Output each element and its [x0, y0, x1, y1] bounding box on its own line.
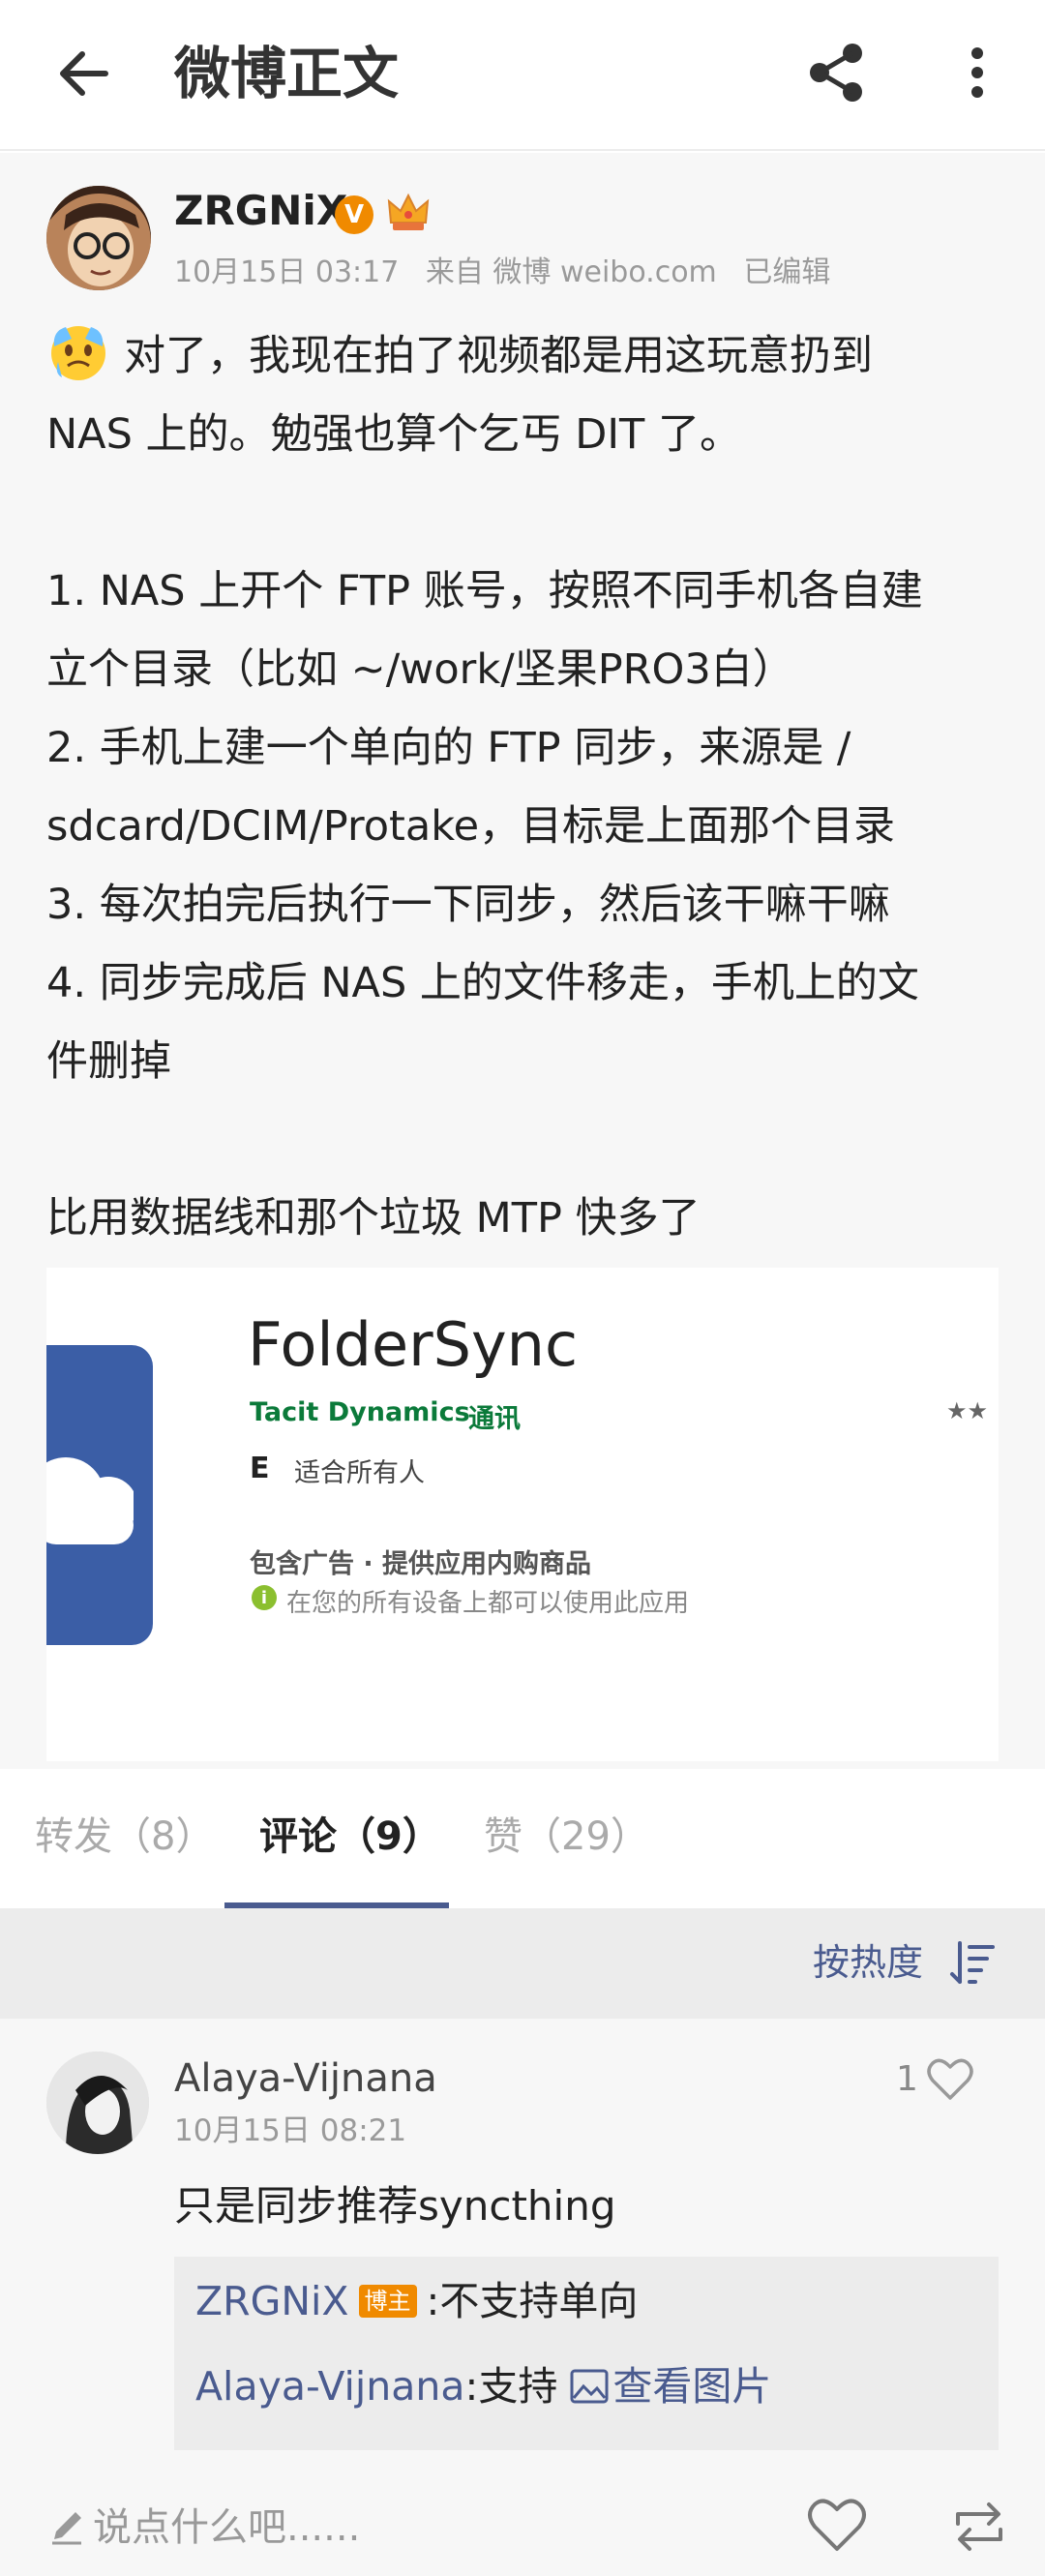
sort-icon[interactable]	[948, 1939, 997, 1988]
post-line: NAS 上的。勉强也算个乞丐 DIT 了。	[46, 410, 741, 459]
reply-box[interactable]: ZRGNiX 博主 :不支持单向 Alaya-Vijnana:支持 查看图片	[174, 2257, 999, 2450]
post-line: 3. 每次拍完后执行一下同步，然后该干嘛干嘛	[46, 881, 890, 929]
embed-category: 通讯	[468, 1404, 521, 1434]
more-vertical-icon[interactable]	[939, 29, 1016, 116]
sort-bar: 按热度	[0, 1908, 1045, 2019]
embed-rating-label: 适合所有人	[294, 1458, 425, 1488]
commenter-name[interactable]: Alaya-Vijnana	[174, 2052, 437, 2106]
post-line: sdcard/DCIM/Protake，目标是上面那个目录	[46, 802, 896, 851]
like-heart-icon[interactable]	[807, 2497, 867, 2555]
info-icon: i	[252, 1585, 277, 1610]
edited-label[interactable]: 已编辑	[743, 255, 830, 289]
repost-icon[interactable]	[952, 2501, 1006, 2553]
embed-devices: 在您的所有设备上都可以使用此应用	[286, 1589, 690, 1618]
comment-item: Alaya-Vijnana 10月15日 08:21 1 只是同步推荐synct…	[0, 2019, 1045, 2493]
post-date: 10月15日 03:17	[174, 255, 400, 289]
post-line: 2. 手机上建一个单向的 FTP 同步，来源是 /	[46, 724, 851, 772]
compose-input[interactable]: 说点什么吧......	[93, 2501, 360, 2555]
post-line: 立个目录（比如 ~/work/坚果PRO3白）	[46, 645, 794, 694]
tab-reposts[interactable]: 转发（8）	[35, 1808, 214, 1866]
view-image-link[interactable]: 查看图片	[570, 2363, 771, 2410]
host-badge: 博主	[358, 2285, 417, 2318]
image-icon	[570, 2369, 609, 2404]
app-icon	[46, 1345, 153, 1645]
post-line: 对了，我现在拍了视频都是用这玩意扔到	[124, 332, 873, 380]
reply-item: Alaya-Vijnana:支持 查看图片	[195, 2357, 771, 2415]
share-icon[interactable]	[793, 29, 881, 116]
post-body: 对了，我现在拍了视频都是用这玩意扔到 NAS 上的。勉强也算个乞丐 DIT 了。…	[46, 317, 1004, 1258]
post-line: 4. 同步完成后 NAS 上的文件移走，手机上的文	[46, 959, 919, 1007]
post-meta: 10月15日 03:17 来自 微博 weibo.com 已编辑	[174, 254, 848, 292]
author-avatar[interactable]	[46, 186, 151, 290]
reply-author[interactable]: Alaya-Vijnana	[195, 2363, 465, 2410]
crown-icon	[385, 190, 432, 236]
commenter-avatar[interactable]	[46, 2052, 149, 2154]
comment-text: 只是同步推荐syncthing	[174, 2182, 616, 2230]
post-source: 来自 微博 weibo.com	[425, 255, 717, 289]
crying-face-icon	[51, 326, 105, 380]
content-rating-icon: E	[250, 1452, 270, 1485]
tab-comments[interactable]: 评论（9）	[259, 1808, 441, 1866]
tab-bar: 转发（8） 评论（9） 赞（29）	[0, 1769, 1045, 1908]
comment-like-count: 1	[896, 2059, 918, 2099]
view-image-label: 查看图片	[612, 2363, 772, 2410]
page-title: 微博正文	[174, 41, 400, 106]
reply-text: :不支持单向	[426, 2278, 639, 2324]
cloud-icon	[46, 1457, 134, 1544]
post-image[interactable]: FolderSync Tacit Dynamics 通讯 ★★ E 适合所有人 …	[46, 1268, 999, 1761]
post-line: 件删掉	[46, 1037, 171, 1086]
embed-stars: ★★	[946, 1397, 989, 1424]
embed-developer: Tacit Dynamics	[250, 1397, 470, 1427]
sort-by-hot-button[interactable]: 按热度	[813, 1935, 923, 1990]
bottom-bar: 说点什么吧......	[0, 2493, 1045, 2576]
reply-author[interactable]: ZRGNiX	[195, 2278, 349, 2324]
reply-item: ZRGNiX 博主 :不支持单向	[195, 2272, 638, 2330]
embed-app-name: FolderSync	[248, 1309, 579, 1380]
app-bar: 微博正文	[0, 0, 1045, 151]
heart-icon[interactable]	[927, 2057, 973, 2102]
reply-text: :支持	[464, 2363, 571, 2410]
author-name[interactable]: ZRGNiX	[174, 184, 347, 238]
arrow-left-icon[interactable]	[45, 35, 122, 112]
verified-badge: V	[335, 195, 373, 234]
pencil-icon	[48, 2508, 85, 2547]
post-line: 比用数据线和那个垃圾 MTP 快多了	[46, 1194, 701, 1243]
embed-ads: 包含广告 · 提供应用内购商品	[250, 1549, 592, 1579]
post-line: 1. NAS 上开个 FTP 账号，按照不同手机各自建	[46, 567, 923, 615]
tab-likes[interactable]: 赞（29）	[484, 1808, 649, 1866]
comment-time: 10月15日 08:21	[174, 2113, 407, 2148]
